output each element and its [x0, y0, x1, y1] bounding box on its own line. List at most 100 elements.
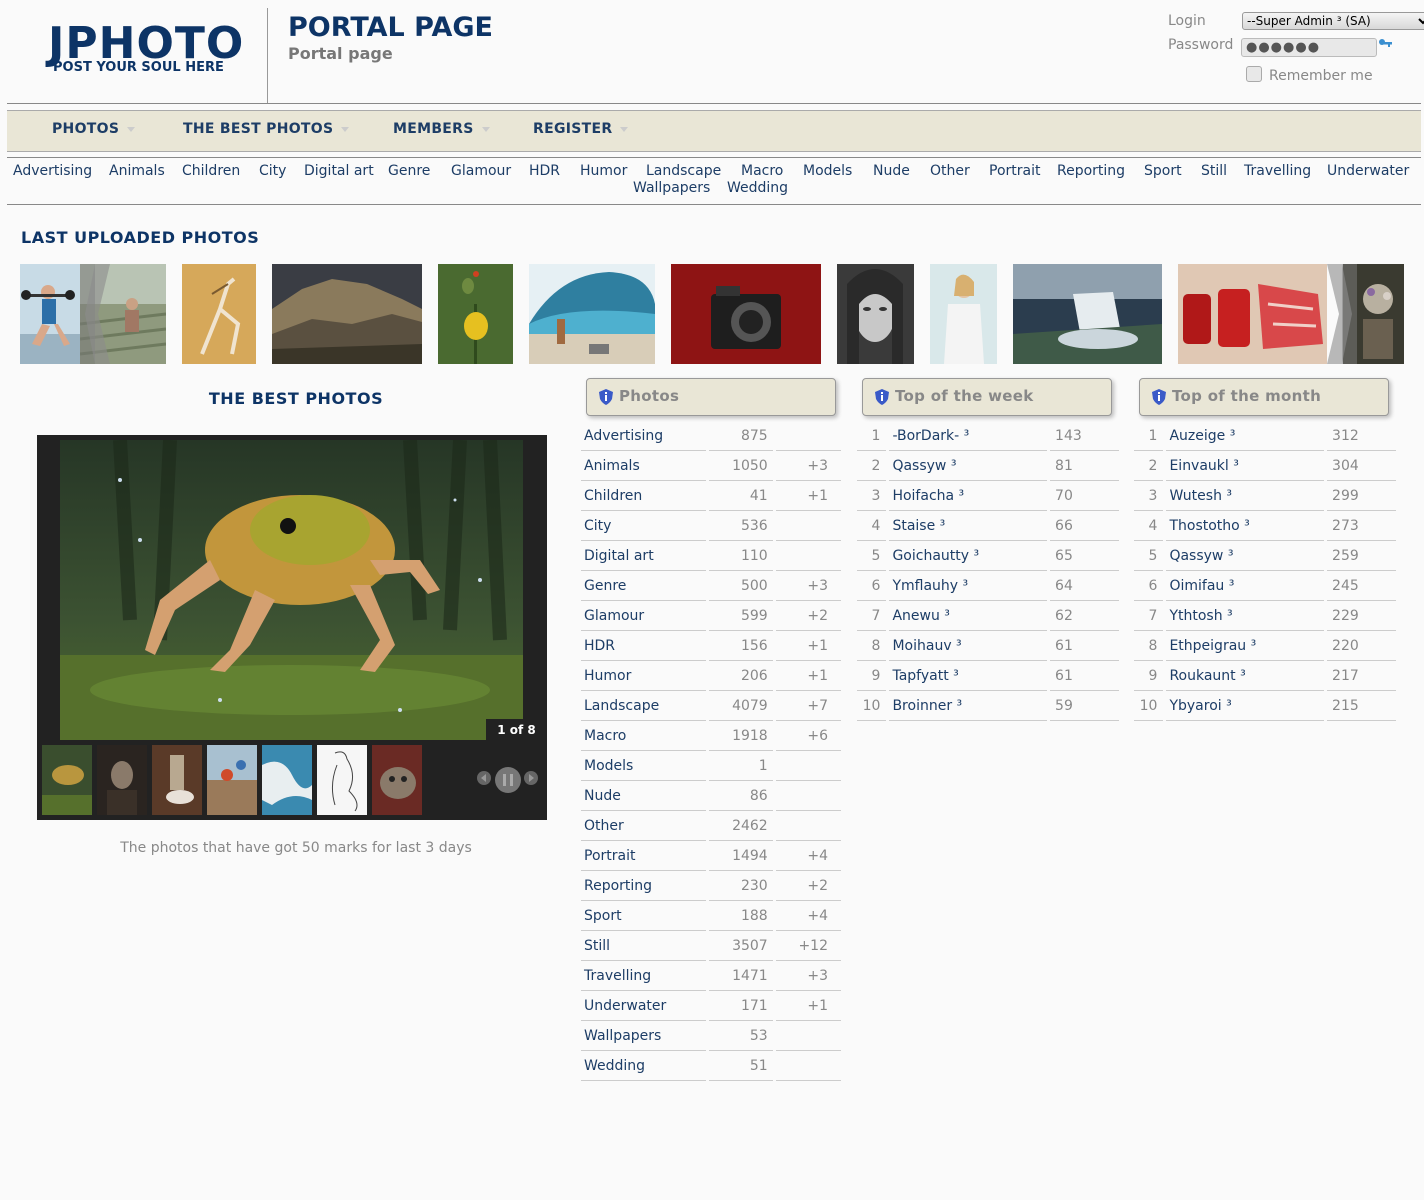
category-link[interactable]: Landscape	[646, 163, 721, 179]
slider-thumbnail[interactable]	[152, 745, 202, 815]
category-link[interactable]: Underwater	[1327, 163, 1409, 179]
category-link[interactable]: Underwater	[581, 991, 707, 1021]
category-link[interactable]: Nude	[581, 781, 707, 811]
member-link[interactable]: Thostotho ³	[1166, 511, 1325, 541]
category-link[interactable]: Genre	[581, 571, 707, 601]
category-link[interactable]: Wedding	[581, 1051, 707, 1081]
menu-photos[interactable]: PHOTOS	[52, 121, 136, 137]
rank-number: 4	[857, 511, 887, 541]
slider-thumbnail[interactable]	[372, 745, 422, 815]
photo-thumbnail[interactable]	[438, 264, 513, 364]
best-photos-caption: The photos that have got 50 marks for la…	[120, 840, 472, 856]
member-link[interactable]: Moihauv ³	[889, 631, 1048, 661]
menu-best-photos[interactable]: THE BEST PHOTOS	[183, 121, 350, 137]
photo-thumbnail[interactable]	[837, 264, 914, 364]
photo-thumbnail[interactable]	[1178, 264, 1327, 364]
table-row: Wedding 51	[581, 1051, 841, 1081]
member-link[interactable]: Qassyw ³	[889, 451, 1048, 481]
category-link[interactable]: HDR	[529, 163, 560, 179]
member-link[interactable]: Broinner ³	[889, 691, 1048, 721]
category-link[interactable]: Wallpapers	[633, 180, 710, 196]
category-link[interactable]: Animals	[109, 163, 165, 179]
category-link[interactable]: Animals	[581, 451, 707, 481]
category-link[interactable]: Humor	[581, 661, 707, 691]
category-link[interactable]: Digital art	[304, 163, 374, 179]
category-link[interactable]: Landscape	[581, 691, 707, 721]
member-link[interactable]: Auzeige ³	[1166, 421, 1325, 451]
member-link[interactable]: Einvaukl ³	[1166, 451, 1325, 481]
category-link[interactable]: City	[259, 163, 286, 179]
photo-thumbnail[interactable]	[930, 264, 997, 364]
category-link[interactable]: Advertising	[581, 421, 707, 451]
photo-thumbnail[interactable]	[182, 264, 256, 364]
member-link[interactable]: Qassyw ³	[1166, 541, 1325, 571]
category-link[interactable]: Humor	[580, 163, 627, 179]
slider-thumbnail[interactable]	[262, 745, 312, 815]
slider-thumbnail[interactable]	[97, 745, 147, 815]
category-link[interactable]: City	[581, 511, 707, 541]
category-link[interactable]: Reporting	[1057, 163, 1125, 179]
category-link[interactable]: Children	[581, 481, 707, 511]
member-link[interactable]: Ymflauhy ³	[889, 571, 1048, 601]
category-link[interactable]: Glamour	[451, 163, 511, 179]
slider-thumbnail[interactable]	[317, 745, 367, 815]
slider-controls[interactable]	[475, 765, 539, 795]
category-link[interactable]: Portrait	[581, 841, 707, 871]
member-link[interactable]: Goichautty ³	[889, 541, 1048, 571]
member-link[interactable]: Ybyaroi ³	[1166, 691, 1325, 721]
category-link[interactable]: Children	[182, 163, 240, 179]
category-link[interactable]: Digital art	[581, 541, 707, 571]
category-link[interactable]: Other	[581, 811, 707, 841]
slider-main-photo[interactable]	[60, 440, 523, 740]
category-link[interactable]: Still	[1201, 163, 1227, 179]
photo-thumbnail[interactable]	[1013, 264, 1162, 364]
category-link[interactable]: Wedding	[727, 180, 788, 196]
category-link[interactable]: Sport	[1144, 163, 1182, 179]
category-link[interactable]: Glamour	[581, 601, 707, 631]
photo-count-delta: +3	[775, 961, 841, 991]
member-link[interactable]: Wutesh ³	[1166, 481, 1325, 511]
category-link[interactable]: Other	[930, 163, 970, 179]
member-link[interactable]: Tapfyatt ³	[889, 661, 1048, 691]
photo-thumbnail[interactable]	[20, 264, 80, 364]
category-link[interactable]: HDR	[581, 631, 707, 661]
category-link[interactable]: Sport	[581, 901, 707, 931]
remember-me-checkbox[interactable]	[1246, 66, 1262, 82]
category-link[interactable]: Reporting	[581, 871, 707, 901]
photo-thumbnail[interactable]	[671, 264, 821, 364]
slider-thumbnail[interactable]	[42, 745, 92, 815]
password-field[interactable]: ●●●●●●	[1241, 38, 1377, 57]
member-link[interactable]: Staise ³	[889, 511, 1048, 541]
shield-info-icon	[599, 389, 613, 405]
member-link[interactable]: Hoifacha ³	[889, 481, 1048, 511]
category-link[interactable]: Portrait	[989, 163, 1040, 179]
category-link[interactable]: Models	[803, 163, 852, 179]
menu-register[interactable]: REGISTER	[533, 121, 629, 137]
photo-thumbnail[interactable]	[272, 264, 422, 364]
member-link[interactable]: Anewu ³	[889, 601, 1048, 631]
member-link[interactable]: Ethpeigrau ³	[1166, 631, 1325, 661]
category-link[interactable]: Nude	[873, 163, 910, 179]
login-key-icon[interactable]	[1377, 37, 1393, 53]
category-link[interactable]: Wallpapers	[581, 1021, 707, 1051]
menu-members[interactable]: MEMBERS	[393, 121, 490, 137]
category-link[interactable]: Still	[581, 931, 707, 961]
slider-thumbnail[interactable]	[207, 745, 257, 815]
logo[interactable]: JPHOTO POST YOUR SOUL HERE	[0, 0, 268, 103]
login-user-select[interactable]: --Super Admin ³ (SA)	[1242, 12, 1424, 30]
category-link[interactable]: Macro	[741, 163, 783, 179]
member-link[interactable]: -BorDark- ³	[889, 421, 1048, 451]
category-link[interactable]: Travelling	[581, 961, 707, 991]
chevron-left-icon[interactable]	[80, 264, 110, 364]
member-link[interactable]: Oimifau ³	[1166, 571, 1325, 601]
photo-thumbnail[interactable]	[529, 264, 655, 364]
chevron-right-icon[interactable]	[1327, 264, 1357, 364]
member-link[interactable]: Ythtosh ³	[1166, 601, 1325, 631]
member-link[interactable]: Roukaunt ³	[1166, 661, 1325, 691]
category-link[interactable]: Advertising	[13, 163, 92, 179]
menu-members-label: MEMBERS	[393, 121, 474, 137]
category-link[interactable]: Macro	[581, 721, 707, 751]
category-link[interactable]: Genre	[388, 163, 430, 179]
category-link[interactable]: Models	[581, 751, 707, 781]
category-link[interactable]: Travelling	[1244, 163, 1311, 179]
